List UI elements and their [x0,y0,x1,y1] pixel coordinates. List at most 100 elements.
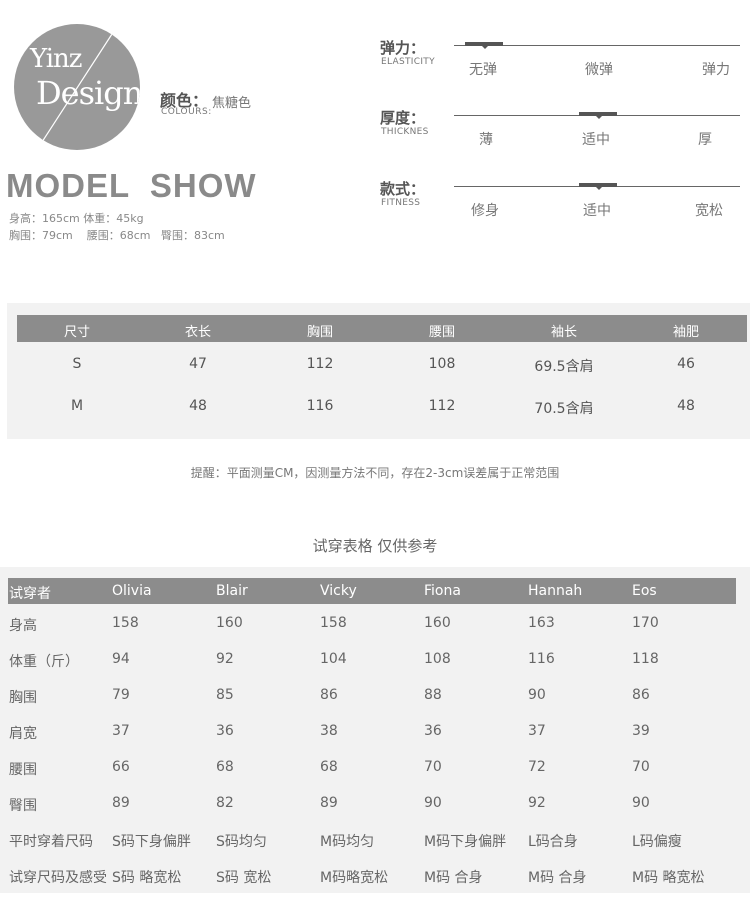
trial-cell: 89 [320,795,338,811]
trial-cell: 肩宽 [9,726,37,742]
trial-cell: 108 [424,651,451,667]
slider-label: 款式： [380,180,426,198]
trial-cell: 平时穿着尺码 [9,834,93,850]
trial-header-cell: Hannah [528,583,583,599]
size-cell: 112 [428,398,456,414]
trial-cell: 86 [320,687,338,703]
trial-table-row: 试穿尺码及感受 S码 略宽松 S码 宽松 M码略宽松 M码 合身 M码 合身 M… [0,867,750,897]
model-show-title: MODEL SHOW [6,167,257,204]
slider-option: 修身 [471,203,499,219]
trial-cell: S码均匀 [216,834,267,850]
trial-cell: 92 [216,651,234,667]
size-cell: 108 [428,356,456,372]
trial-header-cell: Blair [216,583,248,599]
trial-cell: 160 [424,615,451,631]
size-cell: 46 [677,356,695,372]
trial-cell: 68 [320,759,338,775]
slider-option: 微弹 [585,62,613,78]
trial-cell: M码 合身 [424,870,483,886]
trial-table-row: 胸围 79 85 86 88 90 86 [0,687,750,717]
color-label-en: COLOURS: [161,107,212,117]
slider-option: 弹力 [702,62,730,78]
trial-cell: 70 [632,759,650,775]
slider-option: 无弹 [469,62,497,78]
trial-cell: 104 [320,651,347,667]
trial-cell: M码 略宽松 [632,870,705,886]
slider-option: 厚 [698,132,712,148]
trial-cell: 94 [112,651,130,667]
size-header-cell: 腰围 [428,325,455,340]
trial-cell: L码合身 [528,834,578,850]
trial-header-cell: Vicky [320,583,357,599]
slider-marker [579,183,617,190]
trial-cell: 37 [528,723,546,739]
size-header-cell: 胸围 [306,325,333,340]
trial-cell: 36 [424,723,442,739]
trial-table-row: 腰围 66 68 68 70 72 70 [0,759,750,789]
trial-cell: 158 [112,615,139,631]
slider-label: 弹力： [380,39,426,57]
logo-text-line1: Yinz [30,44,82,74]
trial-table: 试穿者 Olivia Blair Vicky Fiona Hannah Eos … [0,567,750,893]
trial-cell: 试穿尺码及感受 [9,870,107,886]
slider-label-en: ELASTICITY [381,57,435,67]
trial-header-cell: Eos [632,583,657,599]
slider-option: 适中 [582,132,610,148]
trial-cell: 72 [528,759,546,775]
size-header-cell: 袖肥 [672,325,699,340]
slider-marker [465,42,503,49]
trial-cell: 36 [216,723,234,739]
trial-header-cell: Olivia [112,583,152,599]
size-cell: 69.5含肩 [534,359,594,375]
size-cell: 116 [306,398,334,414]
trial-cell: S码 略宽松 [112,870,182,886]
trial-cell: 160 [216,615,243,631]
trial-cell: S码 宽松 [216,870,272,886]
trial-cell: M码 合身 [528,870,587,886]
trial-cell: M码下身偏胖 [424,834,507,850]
size-table-row: S 47 112 108 69.5含肩 46 [17,350,747,380]
trial-cell: M码均匀 [320,834,375,850]
trial-cell: 胸围 [9,690,37,706]
measurement-note: 提醒：平面测量CM，因测量方法不同，存在2-3cm误差属于正常范围 [190,466,560,480]
trial-cell: 90 [632,795,650,811]
trial-cell: 68 [216,759,234,775]
size-cell: 48 [189,398,207,414]
model-measure-line1: 身高：165cm 体重：45kg [9,212,144,225]
model-measure-line2: 胸围：79cm 腰围：68cm 臀围：83cm [9,229,225,242]
trial-cell: 70 [424,759,442,775]
size-cell: 70.5含肩 [534,401,594,417]
trial-cell: 89 [112,795,130,811]
trial-table-row: 平时穿着尺码 S码下身偏胖 S码均匀 M码均匀 M码下身偏胖 L码合身 L码偏瘦 [0,831,750,861]
size-table: 尺寸 衣长 胸围 腰围 袖长 袖肥 S 47 112 108 69.5含肩 46… [7,303,750,439]
trial-cell: M码略宽松 [320,870,389,886]
size-cell: M [70,398,84,414]
trial-cell: 86 [632,687,650,703]
slider-label: 厚度： [380,109,426,127]
trial-header-cell: 试穿者 [9,586,51,602]
slider-option: 宽松 [695,203,723,219]
trial-cell: 79 [112,687,130,703]
slider-label-en: FITNESS [381,198,421,208]
logo-text-line2: Design [36,74,140,112]
trial-cell: 92 [528,795,546,811]
slider-option: 薄 [479,132,493,148]
trial-cell: 158 [320,615,347,631]
trial-cell: 88 [424,687,442,703]
trial-cell: 170 [632,615,659,631]
slider-label-en: THICKNES [381,127,429,137]
brand-logo: Yinz Design [14,24,140,150]
slider-option: 适中 [583,203,611,219]
trial-cell: 118 [632,651,659,667]
trial-table-row: 身高 158 160 158 160 163 170 [0,615,750,645]
trial-table-row: 臀围 89 82 89 90 92 90 [0,795,750,825]
trial-cell: 66 [112,759,130,775]
trial-cell: L码偏瘦 [632,834,682,850]
trial-cell: 90 [528,687,546,703]
trial-header-cell: Fiona [424,583,461,599]
trial-cell: 116 [528,651,555,667]
trial-cell: 39 [632,723,650,739]
size-cell: S [72,356,82,372]
trial-cell: 90 [424,795,442,811]
trial-cell: 臀围 [9,798,37,814]
